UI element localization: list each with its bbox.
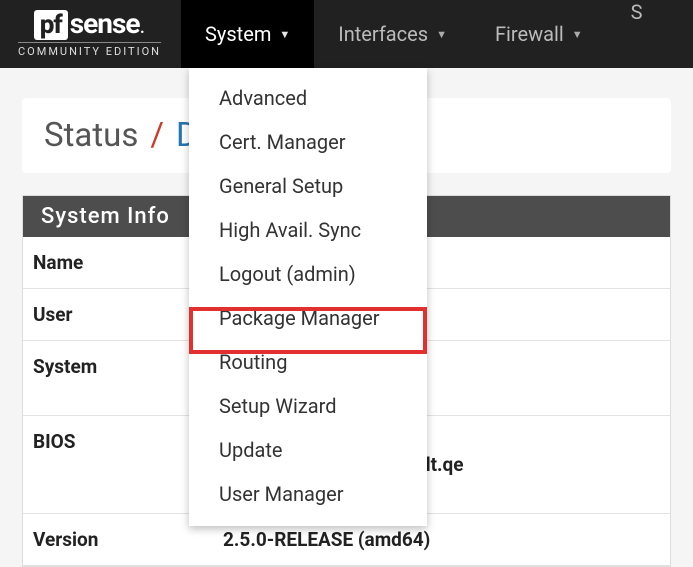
- menu-package-manager[interactable]: Package Manager: [189, 296, 427, 340]
- row-name-label: Name: [23, 237, 213, 289]
- menu-advanced[interactable]: Advanced: [189, 76, 427, 120]
- row-user-label: User: [23, 289, 213, 341]
- menu-update[interactable]: Update: [189, 428, 427, 472]
- nav-firewall[interactable]: Firewall ▼: [471, 0, 607, 68]
- logo: pf sense . COMMUNITY EDITION: [18, 10, 161, 58]
- logo-dot: .: [139, 16, 145, 38]
- breadcrumb-sep: /: [150, 116, 164, 155]
- menu-setup-wizard[interactable]: Setup Wizard: [189, 384, 427, 428]
- nav-system-label: System: [205, 22, 271, 46]
- nav-interfaces[interactable]: Interfaces ▼: [314, 0, 471, 68]
- nav-items: System ▼ Interfaces ▼ Firewall ▼ S: [181, 0, 642, 68]
- caret-down-icon: ▼: [572, 28, 583, 41]
- row-bios-label: BIOS: [23, 416, 213, 514]
- breadcrumb-status[interactable]: Status: [44, 116, 138, 155]
- logo-sense: sense: [70, 10, 140, 38]
- logo-text: pf sense .: [34, 10, 146, 40]
- menu-logout[interactable]: Logout (admin): [189, 252, 427, 296]
- logo-pf: pf: [34, 10, 68, 40]
- nav-firewall-label: Firewall: [495, 22, 564, 46]
- menu-routing[interactable]: Routing: [189, 340, 427, 384]
- menu-general-setup[interactable]: General Setup: [189, 164, 427, 208]
- row-system-label: System: [23, 341, 213, 416]
- nav-system[interactable]: System ▼: [181, 0, 314, 68]
- logo-subtitle: COMMUNITY EDITION: [18, 42, 161, 58]
- navbar: pf sense . COMMUNITY EDITION System ▼ In…: [0, 0, 693, 68]
- caret-down-icon: ▼: [279, 28, 290, 41]
- caret-down-icon: ▼: [436, 28, 447, 41]
- nav-stub: S: [607, 0, 643, 68]
- system-dropdown: Advanced Cert. Manager General Setup Hig…: [189, 68, 427, 526]
- menu-cert-manager[interactable]: Cert. Manager: [189, 120, 427, 164]
- menu-user-manager[interactable]: User Manager: [189, 472, 427, 516]
- menu-high-avail-sync[interactable]: High Avail. Sync: [189, 208, 427, 252]
- nav-interfaces-label: Interfaces: [338, 22, 428, 46]
